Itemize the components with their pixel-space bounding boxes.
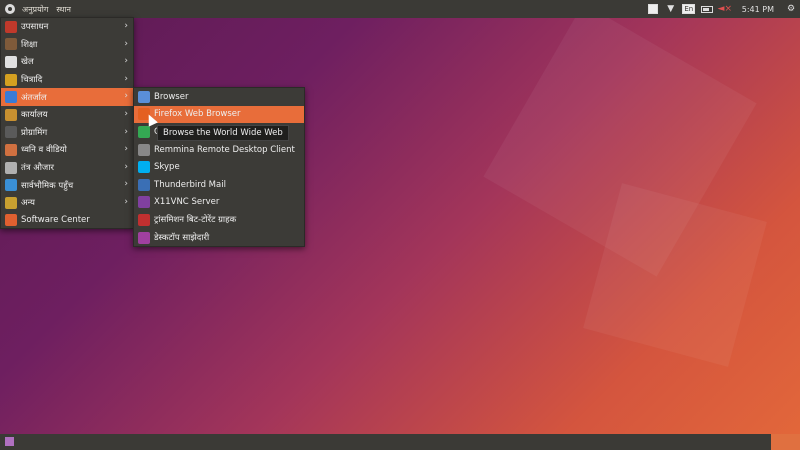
applications-menu: उपसाधन › शिक्षा › खेल › चित्रादि › अंतर्जाल › कार्… <box>0 17 134 229</box>
programming-icon <box>5 126 17 139</box>
keyboard-layout-icon[interactable]: En <box>680 0 698 18</box>
apps-menu-item[interactable]: शिक्षा › <box>1 36 133 54</box>
internet-menu-item[interactable]: Skype <box>134 158 304 176</box>
wifi-icon[interactable]: ▼ <box>662 0 680 18</box>
apps-menu-label: उपसाधन <box>21 22 49 33</box>
chevron-right-icon: › <box>124 56 128 67</box>
office-icon <box>5 108 17 121</box>
internet-icon <box>5 91 17 104</box>
remmina-icon <box>138 143 150 156</box>
universal-access-icon <box>5 179 17 192</box>
transmission-icon <box>138 213 150 226</box>
applications-menu-button[interactable]: अनुप्रयोग <box>18 4 52 15</box>
internet-menu-label: Skype <box>154 162 180 173</box>
chevron-right-icon: › <box>124 21 128 31</box>
show-desktop-icon[interactable] <box>5 437 14 446</box>
apps-menu-item[interactable]: प्रोग्रामिंग › <box>1 124 133 142</box>
accessories-icon <box>5 20 17 33</box>
graphics-icon <box>5 73 17 86</box>
browser-icon <box>138 90 150 103</box>
internet-menu-label: ट्रांसमिशन बिट-टोरेंट ग्राहक <box>154 215 237 226</box>
apps-menu-item[interactable]: ध्वनि व वीडियो › <box>1 141 133 159</box>
internet-menu-item[interactable]: Remmina Remote Desktop Client <box>134 141 304 159</box>
chevron-right-icon: › <box>124 108 128 119</box>
chevron-right-icon: › <box>124 144 128 155</box>
apps-menu-label: प्रोग्रामिंग <box>21 127 48 138</box>
chevron-right-icon: › <box>124 196 128 207</box>
indicators: ▼ En ◄× 5:41 PM ⚙ <box>644 0 800 18</box>
skype-icon <box>138 161 150 174</box>
internet-menu-label: डेस्कटॉप साझेदारी <box>154 233 210 244</box>
apps-menu-label: चित्रादि <box>21 75 43 86</box>
apps-menu-item[interactable]: चित्रादि › <box>1 71 133 89</box>
battery-icon[interactable] <box>698 0 716 18</box>
other-icon <box>5 196 17 209</box>
internet-menu-label: Firefox Web Browser <box>154 109 241 120</box>
internet-menu-label: Remmina Remote Desktop Client <box>154 144 295 155</box>
desktop-sharing-icon <box>138 231 150 244</box>
apps-menu-label: ध्वनि व वीडियो <box>21 145 67 156</box>
apps-menu-item[interactable]: Software Center <box>1 212 133 230</box>
ubuntu-logo-icon[interactable] <box>5 4 15 14</box>
internet-submenu: BrowserFirefox Web BrowserGRemmina Remot… <box>133 87 305 247</box>
apps-menu-item[interactable]: अन्य › <box>1 194 133 212</box>
vnc-icon <box>138 196 150 209</box>
chevron-right-icon: › <box>124 91 128 102</box>
notes-icon[interactable] <box>644 0 662 18</box>
chevron-right-icon: › <box>124 126 128 137</box>
internet-menu-label: Browser <box>154 91 189 102</box>
apps-menu-item[interactable]: सार्वभौमिक पहुँच › <box>1 176 133 194</box>
apps-menu-label: शिक्षा <box>21 39 38 50</box>
internet-menu-label: Thunderbird Mail <box>154 179 226 190</box>
apps-menu-label: कार्यालय <box>21 110 48 121</box>
chevron-right-icon: › <box>124 179 128 190</box>
chevron-right-icon: › <box>124 73 128 84</box>
volume-muted-icon[interactable]: ◄× <box>716 0 734 18</box>
chrome-icon <box>138 125 150 138</box>
bottom-panel <box>0 434 800 450</box>
apps-menu-label: अंतर्जाल <box>21 92 47 103</box>
games-icon <box>5 55 17 68</box>
tooltip: Browse the World Wide Web <box>157 125 289 141</box>
clock[interactable]: 5:41 PM <box>734 5 782 14</box>
internet-menu-item[interactable]: X11VNC Server <box>134 194 304 212</box>
sound-video-icon <box>5 143 17 156</box>
apps-menu-item[interactable]: तंत्र औजार › <box>1 159 133 177</box>
internet-menu-label: X11VNC Server <box>154 197 220 208</box>
chevron-right-icon: › <box>124 38 128 49</box>
apps-menu-item[interactable]: कार्यालय › <box>1 106 133 124</box>
internet-menu-item[interactable]: Firefox Web Browser <box>134 105 304 124</box>
apps-menu-label: Software Center <box>21 215 90 226</box>
education-icon <box>5 38 17 51</box>
top-panel: अनुप्रयोग स्थान ▼ En ◄× 5:41 PM ⚙ <box>0 0 800 18</box>
gear-icon[interactable]: ⚙ <box>782 0 800 18</box>
panel-menu: अनुप्रयोग स्थान <box>0 0 75 18</box>
apps-menu-label: तंत्र औजार <box>21 163 54 174</box>
places-menu-button[interactable]: स्थान <box>52 4 75 15</box>
internet-menu-item[interactable]: डेस्कटॉप साझेदारी <box>134 229 304 247</box>
internet-menu-item[interactable]: Browser <box>134 88 304 106</box>
workspace-switcher[interactable] <box>771 434 800 450</box>
internet-menu-item[interactable]: Thunderbird Mail <box>134 176 304 194</box>
apps-menu-item[interactable]: अंतर्जाल › <box>1 88 133 106</box>
internet-menu-item[interactable]: ट्रांसमिशन बिट-टोरेंट ग्राहक <box>134 211 304 229</box>
system-tools-icon <box>5 161 17 174</box>
apps-menu-item[interactable]: उपसाधन › <box>1 18 133 36</box>
apps-menu-item[interactable]: खेल › <box>1 53 133 71</box>
thunderbird-icon <box>138 178 150 191</box>
apps-menu-label: सार्वभौमिक पहुँच <box>21 180 74 191</box>
software-center-icon <box>5 214 17 227</box>
chevron-right-icon: › <box>124 161 128 172</box>
apps-menu-label: खेल <box>21 57 34 68</box>
apps-menu-label: अन्य <box>21 198 35 209</box>
